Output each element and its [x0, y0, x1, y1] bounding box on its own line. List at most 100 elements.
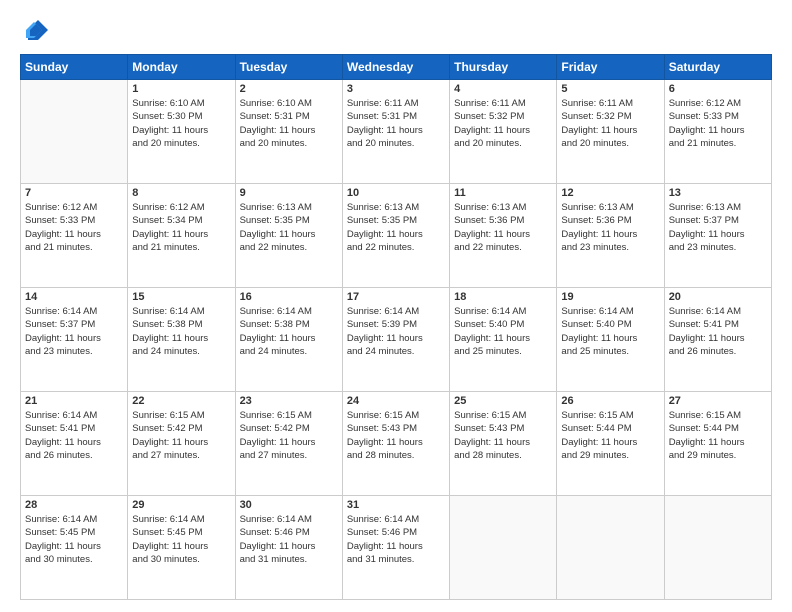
day-info: Sunrise: 6:14 AM Sunset: 5:41 PM Dayligh…	[669, 305, 767, 358]
day-info: Sunrise: 6:13 AM Sunset: 5:35 PM Dayligh…	[240, 201, 338, 254]
day-number: 22	[132, 395, 230, 407]
day-number: 30	[240, 499, 338, 511]
day-number: 1	[132, 83, 230, 95]
day-number: 17	[347, 291, 445, 303]
day-info: Sunrise: 6:14 AM Sunset: 5:40 PM Dayligh…	[561, 305, 659, 358]
day-number: 9	[240, 187, 338, 199]
day-info: Sunrise: 6:12 AM Sunset: 5:34 PM Dayligh…	[132, 201, 230, 254]
day-info: Sunrise: 6:14 AM Sunset: 5:38 PM Dayligh…	[240, 305, 338, 358]
day-number: 15	[132, 291, 230, 303]
day-cell: 10 Sunrise: 6:13 AM Sunset: 5:35 PM Dayli…	[342, 184, 449, 288]
day-cell: 12 Sunrise: 6:13 AM Sunset: 5:36 PM Dayli…	[557, 184, 664, 288]
day-cell: 26 Sunrise: 6:15 AM Sunset: 5:44 PM Dayli…	[557, 392, 664, 496]
day-info: Sunrise: 6:10 AM Sunset: 5:30 PM Dayligh…	[132, 97, 230, 150]
day-cell: 31Sunrise: 6:14 AM Sunset: 5:46 PM Dayli…	[342, 496, 449, 600]
page: SundayMondayTuesdayWednesdayThursdayFrid…	[0, 0, 792, 612]
day-number: 4	[454, 83, 552, 95]
day-info: Sunrise: 6:14 AM Sunset: 5:39 PM Dayligh…	[347, 305, 445, 358]
day-info: Sunrise: 6:13 AM Sunset: 5:36 PM Dayligh…	[561, 201, 659, 254]
calendar-header-row: SundayMondayTuesdayWednesdayThursdayFrid…	[21, 55, 772, 80]
day-info: Sunrise: 6:15 AM Sunset: 5:44 PM Dayligh…	[561, 409, 659, 462]
day-number: 21	[25, 395, 123, 407]
day-number: 8	[132, 187, 230, 199]
day-cell: 3 Sunrise: 6:11 AM Sunset: 5:31 PM Daylig…	[342, 80, 449, 184]
week-row-3: 21Sunrise: 6:14 AM Sunset: 5:41 PM Dayli…	[21, 392, 772, 496]
week-row-2: 14 Sunrise: 6:14 AM Sunset: 5:37 PM Dayli…	[21, 288, 772, 392]
day-info: Sunrise: 6:13 AM Sunset: 5:36 PM Dayligh…	[454, 201, 552, 254]
col-header-sunday: Sunday	[21, 55, 128, 80]
day-cell: 27Sunrise: 6:15 AM Sunset: 5:44 PM Dayli…	[664, 392, 771, 496]
day-cell: 17 Sunrise: 6:14 AM Sunset: 5:39 PM Dayli…	[342, 288, 449, 392]
logo-icon	[20, 16, 48, 44]
day-number: 23	[240, 395, 338, 407]
day-cell: 25 Sunrise: 6:15 AM Sunset: 5:43 PM Dayli…	[450, 392, 557, 496]
week-row-4: 28 Sunrise: 6:14 AM Sunset: 5:45 PM Dayli…	[21, 496, 772, 600]
day-number: 11	[454, 187, 552, 199]
day-cell: 4 Sunrise: 6:11 AM Sunset: 5:32 PM Daylig…	[450, 80, 557, 184]
day-cell: 16 Sunrise: 6:14 AM Sunset: 5:38 PM Dayli…	[235, 288, 342, 392]
day-info: Sunrise: 6:14 AM Sunset: 5:40 PM Dayligh…	[454, 305, 552, 358]
day-number: 14	[25, 291, 123, 303]
day-number: 19	[561, 291, 659, 303]
day-cell: 15Sunrise: 6:14 AM Sunset: 5:38 PM Dayli…	[128, 288, 235, 392]
day-cell: 19 Sunrise: 6:14 AM Sunset: 5:40 PM Dayli…	[557, 288, 664, 392]
col-header-monday: Monday	[128, 55, 235, 80]
day-cell: 20 Sunrise: 6:14 AM Sunset: 5:41 PM Dayli…	[664, 288, 771, 392]
day-cell: 28Sunrise: 6:14 AM Sunset: 5:45 PM Dayli…	[21, 496, 128, 600]
day-cell	[21, 80, 128, 184]
day-info: Sunrise: 6:15 AM Sunset: 5:42 PM Dayligh…	[132, 409, 230, 462]
day-cell: 13 Sunrise: 6:13 AM Sunset: 5:37 PM Dayli…	[664, 184, 771, 288]
day-number: 26	[561, 395, 659, 407]
col-header-wednesday: Wednesday	[342, 55, 449, 80]
day-number: 25	[454, 395, 552, 407]
day-info: Sunrise: 6:15 AM Sunset: 5:42 PM Dayligh…	[240, 409, 338, 462]
col-header-tuesday: Tuesday	[235, 55, 342, 80]
day-info: Sunrise: 6:15 AM Sunset: 5:43 PM Dayligh…	[454, 409, 552, 462]
week-row-0: 1 Sunrise: 6:10 AM Sunset: 5:30 PM Daylig…	[21, 80, 772, 184]
day-number: 2	[240, 83, 338, 95]
day-number: 12	[561, 187, 659, 199]
day-number: 6	[669, 83, 767, 95]
day-cell: 9 Sunrise: 6:13 AM Sunset: 5:35 PM Daylig…	[235, 184, 342, 288]
day-info: Sunrise: 6:11 AM Sunset: 5:32 PM Dayligh…	[561, 97, 659, 150]
day-number: 31	[347, 499, 445, 511]
day-cell: 11 Sunrise: 6:13 AM Sunset: 5:36 PM Dayli…	[450, 184, 557, 288]
col-header-friday: Friday	[557, 55, 664, 80]
day-info: Sunrise: 6:11 AM Sunset: 5:32 PM Dayligh…	[454, 97, 552, 150]
day-info: Sunrise: 6:14 AM Sunset: 5:45 PM Dayligh…	[132, 513, 230, 566]
day-cell	[664, 496, 771, 600]
day-cell: 2 Sunrise: 6:10 AM Sunset: 5:31 PM Daylig…	[235, 80, 342, 184]
day-info: Sunrise: 6:12 AM Sunset: 5:33 PM Dayligh…	[669, 97, 767, 150]
day-number: 10	[347, 187, 445, 199]
day-cell: 14 Sunrise: 6:14 AM Sunset: 5:37 PM Dayli…	[21, 288, 128, 392]
day-cell: 24Sunrise: 6:15 AM Sunset: 5:43 PM Dayli…	[342, 392, 449, 496]
day-number: 16	[240, 291, 338, 303]
day-number: 13	[669, 187, 767, 199]
day-info: Sunrise: 6:13 AM Sunset: 5:37 PM Dayligh…	[669, 201, 767, 254]
week-row-1: 7 Sunrise: 6:12 AM Sunset: 5:33 PM Daylig…	[21, 184, 772, 288]
header	[20, 16, 772, 44]
day-number: 27	[669, 395, 767, 407]
day-info: Sunrise: 6:15 AM Sunset: 5:43 PM Dayligh…	[347, 409, 445, 462]
day-cell: 7 Sunrise: 6:12 AM Sunset: 5:33 PM Daylig…	[21, 184, 128, 288]
day-number: 7	[25, 187, 123, 199]
col-header-saturday: Saturday	[664, 55, 771, 80]
day-cell: 21Sunrise: 6:14 AM Sunset: 5:41 PM Dayli…	[21, 392, 128, 496]
day-number: 20	[669, 291, 767, 303]
day-info: Sunrise: 6:10 AM Sunset: 5:31 PM Dayligh…	[240, 97, 338, 150]
day-cell: 22 Sunrise: 6:15 AM Sunset: 5:42 PM Dayli…	[128, 392, 235, 496]
day-info: Sunrise: 6:14 AM Sunset: 5:37 PM Dayligh…	[25, 305, 123, 358]
day-number: 5	[561, 83, 659, 95]
day-info: Sunrise: 6:11 AM Sunset: 5:31 PM Dayligh…	[347, 97, 445, 150]
day-number: 28	[25, 499, 123, 511]
day-info: Sunrise: 6:13 AM Sunset: 5:35 PM Dayligh…	[347, 201, 445, 254]
day-cell	[557, 496, 664, 600]
day-info: Sunrise: 6:12 AM Sunset: 5:33 PM Dayligh…	[25, 201, 123, 254]
logo	[20, 16, 52, 44]
day-cell	[450, 496, 557, 600]
day-number: 3	[347, 83, 445, 95]
day-cell: 5 Sunrise: 6:11 AM Sunset: 5:32 PM Daylig…	[557, 80, 664, 184]
day-number: 18	[454, 291, 552, 303]
day-cell: 8 Sunrise: 6:12 AM Sunset: 5:34 PM Daylig…	[128, 184, 235, 288]
day-cell: 18 Sunrise: 6:14 AM Sunset: 5:40 PM Dayli…	[450, 288, 557, 392]
